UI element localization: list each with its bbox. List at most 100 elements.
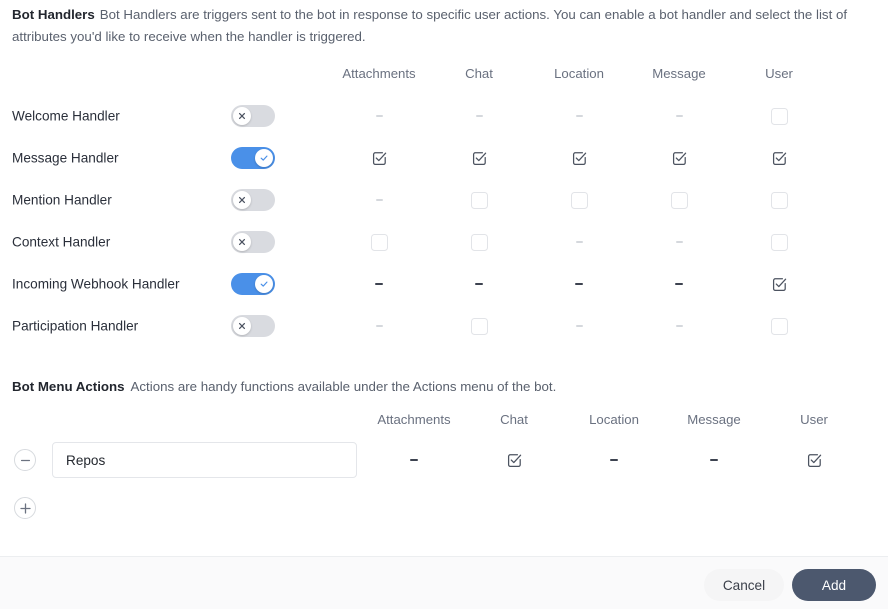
checkbox-checked-icon xyxy=(807,453,821,467)
handler-row: Mention Handler xyxy=(0,179,888,221)
cancel-button[interactable]: Cancel xyxy=(704,569,784,601)
handler-row: Context Handler xyxy=(0,221,888,263)
checkbox-message[interactable] xyxy=(668,189,690,211)
handler-toggle-mention-handler[interactable] xyxy=(231,189,275,211)
checkbox-checked-icon xyxy=(772,151,786,165)
disabled-dash-message xyxy=(668,105,690,127)
disabled-dash-location xyxy=(568,273,590,295)
handlers-column-header-message: Message xyxy=(652,66,706,81)
handler-row: Message Handler xyxy=(0,137,888,179)
checkbox-checked-icon xyxy=(507,453,521,467)
disabled-dash-attachments xyxy=(368,189,390,211)
disabled-dash-message xyxy=(668,273,690,295)
disabled-dash-location xyxy=(603,449,625,471)
checkbox-chat[interactable] xyxy=(468,315,490,337)
handler-label-participation-handler: Participation Handler xyxy=(12,318,139,334)
close-icon xyxy=(238,238,246,246)
actions-column-header-attachments: Attachments xyxy=(377,412,451,427)
checkbox-location[interactable] xyxy=(568,147,590,169)
minus-icon xyxy=(20,459,30,461)
handler-label-incoming-webhook-handler: Incoming Webhook Handler xyxy=(12,276,180,292)
plus-icon xyxy=(19,502,31,514)
action-row xyxy=(0,437,888,483)
checkbox-chat[interactable] xyxy=(503,449,525,471)
handler-label-mention-handler: Mention Handler xyxy=(12,192,112,208)
checkbox-user[interactable] xyxy=(768,315,790,337)
checkbox-checked-icon xyxy=(372,151,386,165)
checkbox-chat[interactable] xyxy=(468,231,490,253)
disabled-dash-message xyxy=(668,231,690,253)
handlers-column-header-user: User xyxy=(765,66,793,81)
checkbox-chat[interactable] xyxy=(468,147,490,169)
disabled-dash-attachments xyxy=(368,273,390,295)
handler-row: Welcome Handler xyxy=(0,95,888,137)
close-icon xyxy=(238,322,246,330)
checkbox-user[interactable] xyxy=(768,147,790,169)
handler-toggle-participation-handler[interactable] xyxy=(231,315,275,337)
check-icon xyxy=(260,155,268,161)
handler-row: Incoming Webhook Handler xyxy=(0,263,888,305)
actions-column-headers: Attachments Chat Location Message User xyxy=(0,412,888,432)
checkbox-user[interactable] xyxy=(803,449,825,471)
disabled-dash-attachments xyxy=(368,315,390,337)
checkbox-checked-icon xyxy=(772,277,786,291)
actions-column-header-message: Message xyxy=(687,412,741,427)
checkbox-chat[interactable] xyxy=(468,189,490,211)
close-icon xyxy=(238,196,246,204)
remove-action-button[interactable] xyxy=(14,449,36,471)
bot-menu-actions-intro: Bot Menu Actions Actions are handy functi… xyxy=(12,377,556,397)
disabled-dash-chat xyxy=(468,273,490,295)
toggle-knob xyxy=(233,233,251,251)
handlers-column-header-location: Location xyxy=(554,66,604,81)
bot-handlers-title: Bot Handlers xyxy=(12,7,95,22)
checkbox-message[interactable] xyxy=(668,147,690,169)
handler-toggle-incoming-webhook-handler[interactable] xyxy=(231,273,275,295)
handler-label-context-handler: Context Handler xyxy=(12,234,111,250)
handlers-column-header-attachments: Attachments xyxy=(342,66,416,81)
disabled-dash-chat xyxy=(468,105,490,127)
bot-menu-actions-title: Bot Menu Actions xyxy=(12,379,125,394)
disabled-dash-location xyxy=(568,231,590,253)
toggle-knob xyxy=(233,317,251,335)
disabled-dash-message xyxy=(703,449,725,471)
checkbox-checked-icon xyxy=(672,151,686,165)
checkbox-checked-icon xyxy=(472,151,486,165)
handlers-column-headers: Attachments Chat Location Message User xyxy=(0,66,888,86)
disabled-dash-message xyxy=(668,315,690,337)
disabled-dash-attachments xyxy=(403,449,425,471)
disabled-dash-attachments xyxy=(368,105,390,127)
checkbox-user[interactable] xyxy=(768,231,790,253)
toggle-knob xyxy=(255,149,273,167)
checkbox-checked-icon xyxy=(572,151,586,165)
handlers-column-header-chat: Chat xyxy=(465,66,493,81)
handler-toggle-message-handler[interactable] xyxy=(231,147,275,169)
dialog-footer: Cancel Add xyxy=(0,556,888,609)
handler-toggle-welcome-handler[interactable] xyxy=(231,105,275,127)
checkbox-attachments[interactable] xyxy=(368,147,390,169)
check-icon xyxy=(260,281,268,287)
toggle-knob xyxy=(255,275,273,293)
close-icon xyxy=(238,112,246,120)
toggle-knob xyxy=(233,191,251,209)
handler-toggle-context-handler[interactable] xyxy=(231,231,275,253)
bot-handlers-intro: Bot Handlers Bot Handlers are triggers se… xyxy=(12,4,874,48)
handler-label-message-handler: Message Handler xyxy=(12,150,119,166)
actions-column-header-chat: Chat xyxy=(500,412,528,427)
action-name-input[interactable] xyxy=(52,442,357,478)
handler-row: Participation Handler xyxy=(0,305,888,347)
bot-handlers-description: Bot Handlers are triggers sent to the bo… xyxy=(12,7,848,44)
bot-menu-actions-description: Actions are handy functions available un… xyxy=(130,379,557,394)
disabled-dash-location xyxy=(568,105,590,127)
add-action-button[interactable] xyxy=(14,497,36,519)
checkbox-user[interactable] xyxy=(768,273,790,295)
toggle-knob xyxy=(233,107,251,125)
add-button[interactable]: Add xyxy=(792,569,876,601)
disabled-dash-location xyxy=(568,315,590,337)
actions-column-header-user: User xyxy=(800,412,828,427)
checkbox-user[interactable] xyxy=(768,105,790,127)
checkbox-attachments[interactable] xyxy=(368,231,390,253)
checkbox-location[interactable] xyxy=(568,189,590,211)
checkbox-user[interactable] xyxy=(768,189,790,211)
bot-settings-panel: Bot Handlers Bot Handlers are triggers se… xyxy=(0,0,888,609)
handler-label-welcome-handler: Welcome Handler xyxy=(12,108,120,124)
